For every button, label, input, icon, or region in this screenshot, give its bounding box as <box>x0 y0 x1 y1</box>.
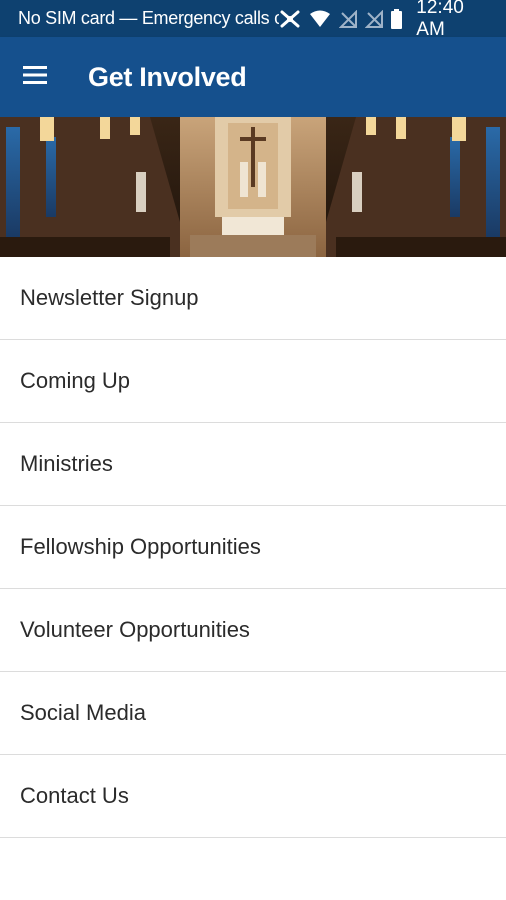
hamburger-menu-icon <box>23 65 47 90</box>
status-icons: 12:40 AM <box>279 0 496 41</box>
app-bar: Get Involved <box>0 37 506 117</box>
menu-item-social-media[interactable]: Social Media <box>0 672 506 755</box>
menu-item-fellowship-opportunities[interactable]: Fellowship Opportunities <box>0 506 506 589</box>
page-title: Get Involved <box>88 61 247 92</box>
menu-item-coming-up[interactable]: Coming Up <box>0 340 506 423</box>
battery-icon <box>391 8 403 29</box>
no-sim-icon <box>339 9 358 28</box>
menu-item-label: Contact Us <box>20 783 129 808</box>
menu-item-label: Newsletter Signup <box>20 285 199 310</box>
hamburger-menu-button[interactable] <box>0 37 70 117</box>
carrier-status-text: No SIM card — Emergency calls only <box>18 8 280 28</box>
get-involved-menu: Newsletter Signup Coming Up Ministries F… <box>0 257 506 838</box>
clock: 12:40 AM <box>416 0 464 40</box>
menu-item-ministries[interactable]: Ministries <box>0 423 506 506</box>
menu-item-newsletter-signup[interactable]: Newsletter Signup <box>0 257 506 340</box>
menu-item-label: Ministries <box>20 451 113 476</box>
wifi-icon <box>309 10 331 28</box>
menu-item-label: Coming Up <box>20 368 131 393</box>
menu-item-label: Social Media <box>20 700 146 725</box>
no-sim-icon <box>365 9 384 28</box>
no-network-icon <box>279 9 301 29</box>
menu-item-volunteer-opportunities[interactable]: Volunteer Opportunities <box>0 589 506 672</box>
menu-item-contact-us[interactable]: Contact Us <box>0 755 506 838</box>
menu-item-label: Fellowship Opportunities <box>20 534 261 559</box>
hero-image <box>0 117 506 257</box>
status-bar: No SIM card — Emergency calls only 12:40… <box>0 0 506 40</box>
church-altar-interior-photo <box>0 117 506 257</box>
menu-item-label: Volunteer Opportunities <box>20 617 250 642</box>
